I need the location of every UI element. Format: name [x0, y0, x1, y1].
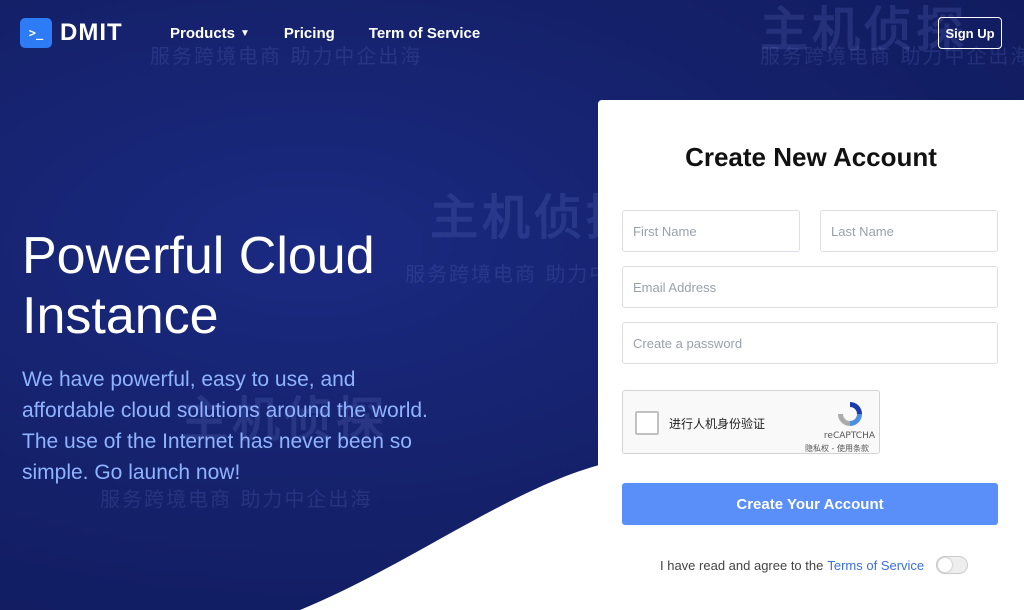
- signup-button[interactable]: Sign Up: [938, 17, 1002, 49]
- email-placeholder: Email Address: [633, 279, 717, 295]
- last-name-input[interactable]: Last Name: [820, 210, 998, 252]
- first-name-input[interactable]: First Name: [622, 210, 800, 252]
- agree-text: I have read and agree to the: [660, 557, 824, 573]
- password-input[interactable]: Create a password: [622, 322, 998, 364]
- terminal-icon: >_: [20, 18, 52, 48]
- form-title: Create New Account: [685, 142, 937, 172]
- nav-products[interactable]: Products ▼: [170, 25, 250, 42]
- recaptcha-brand: reCAPTCHA: [823, 431, 875, 441]
- brand-logo[interactable]: >_ DMIT: [20, 18, 123, 48]
- hero-title-line2: Instance: [22, 287, 219, 345]
- recaptcha-links[interactable]: 隐私权 - 使用条款: [805, 443, 869, 454]
- recaptcha-label: 进行人机身份验证: [669, 417, 766, 431]
- nav-products-label: Products: [170, 25, 236, 42]
- top-navbar: >_ DMIT Products ▼ Pricing Term of Servi…: [0, 0, 1024, 68]
- nav-pricing[interactable]: Pricing: [284, 25, 335, 42]
- logo-text: DMIT: [60, 19, 123, 46]
- nav-terms[interactable]: Term of Service: [369, 25, 480, 42]
- terms-agreement: I have read and agree to the Terms of Se…: [660, 556, 969, 574]
- hero-description: We have powerful, easy to use, and affor…: [22, 368, 428, 484]
- recaptcha-widget: 进行人机身份验证 reCAPTCHA 隐私权 - 使用条款: [622, 390, 880, 454]
- first-name-placeholder: First Name: [633, 223, 697, 239]
- create-account-button[interactable]: Create Your Account: [622, 483, 998, 525]
- agree-toggle[interactable]: [936, 556, 969, 574]
- hero-title-line1: Powerful Cloud: [22, 227, 375, 285]
- signup-card: Create New Account First Name Last Name …: [598, 100, 1024, 610]
- last-name-placeholder: Last Name: [831, 223, 894, 239]
- nav-terms-label: Term of Service: [368, 25, 481, 42]
- recaptcha-icon: [838, 402, 862, 426]
- chevron-down-icon: ▼: [240, 28, 250, 39]
- main-nav: Products ▼ Pricing Term of Service: [170, 25, 480, 42]
- password-placeholder: Create a password: [633, 335, 743, 351]
- email-input[interactable]: Email Address: [622, 266, 998, 308]
- terms-link[interactable]: Terms of Service: [827, 558, 924, 573]
- toggle-knob: [938, 558, 953, 572]
- nav-pricing-label: Pricing: [283, 25, 335, 42]
- recaptcha-checkbox[interactable]: [635, 411, 659, 435]
- hero-title: Powerful Cloud Instance: [22, 226, 442, 346]
